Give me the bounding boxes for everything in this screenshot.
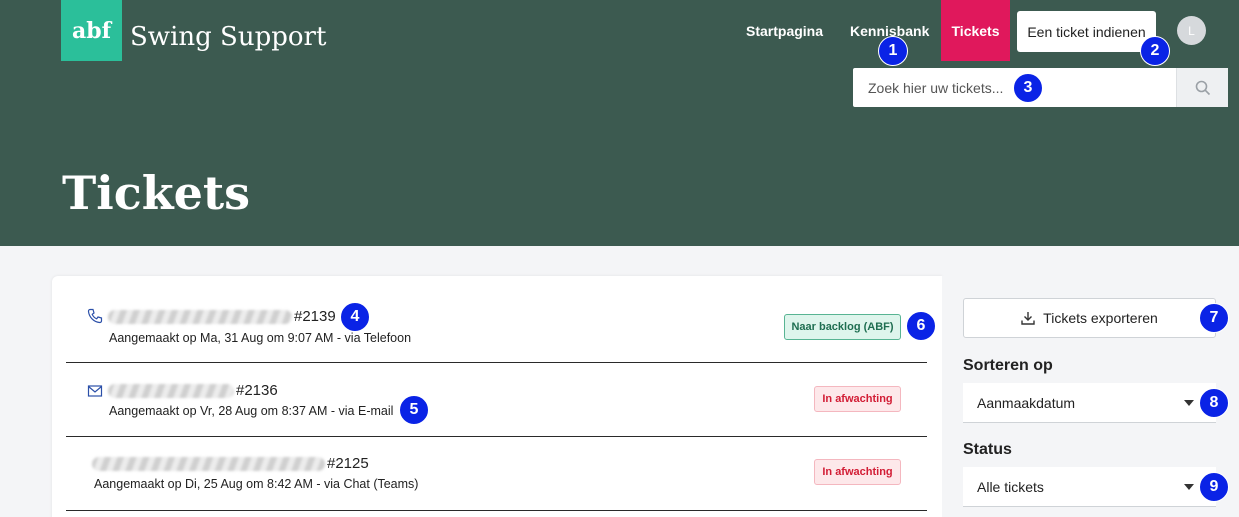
ticket-number: #2136	[236, 382, 278, 399]
nav-startpagina[interactable]: Startpagina	[746, 0, 823, 61]
page-title: Tickets	[62, 166, 250, 220]
status-label: Status	[963, 441, 1012, 458]
redacted-subject	[108, 310, 292, 324]
avatar[interactable]: L	[1177, 16, 1206, 45]
ticket-row[interactable]: #2125 Aangemaakt op Di, 25 Aug om 8:42 A…	[66, 437, 927, 511]
search-button[interactable]	[1176, 68, 1228, 107]
marker-6: 6	[906, 311, 936, 341]
brand-title[interactable]: Swing Support	[130, 22, 326, 52]
phone-icon	[87, 308, 103, 324]
status-value: Alle tickets	[977, 478, 1044, 495]
sort-value: Aanmaakdatum	[977, 394, 1076, 411]
ticket-number: #2139	[294, 308, 336, 325]
ticket-number: #2125	[327, 455, 369, 472]
nav-tickets[interactable]: Tickets	[941, 0, 1010, 61]
sort-label: Sorteren op	[963, 357, 1053, 374]
ticket-meta: Aangemaakt op Vr, 28 Aug om 8:37 AM - vi…	[109, 404, 394, 418]
redacted-subject	[108, 384, 234, 398]
submit-ticket-button[interactable]: Een ticket indienen	[1017, 11, 1156, 52]
marker-8: 8	[1199, 388, 1229, 418]
ticket-row[interactable]: #2136 Aangemaakt op Vr, 28 Aug om 8:37 A…	[66, 363, 927, 437]
redacted-subject	[92, 457, 325, 471]
ticket-row[interactable]: #2139 Aangemaakt op Ma, 31 Aug om 9:07 A…	[66, 289, 927, 363]
marker-7: 7	[1199, 303, 1229, 333]
marker-4: 4	[340, 302, 370, 332]
status-badge: Naar backlog (ABF)	[784, 314, 901, 340]
search-icon	[1195, 80, 1210, 95]
mail-icon	[87, 385, 103, 397]
export-label: Tickets exporteren	[1043, 310, 1158, 326]
marker-1: 1	[878, 36, 908, 66]
export-tickets-button[interactable]: Tickets exporteren	[963, 298, 1216, 338]
ticket-meta: Aangemaakt op Ma, 31 Aug om 9:07 AM - vi…	[109, 331, 412, 345]
abf-logo[interactable]: abf	[61, 0, 122, 61]
sort-select[interactable]: Aanmaakdatum	[963, 383, 1216, 423]
status-badge: In afwachting	[814, 386, 901, 412]
caret-down-icon	[1184, 400, 1194, 406]
status-badge: In afwachting	[814, 459, 901, 485]
caret-down-icon	[1184, 484, 1194, 490]
marker-9: 9	[1199, 472, 1229, 502]
ticket-meta: Aangemaakt op Di, 25 Aug om 8:42 AM - vi…	[94, 477, 419, 491]
marker-3: 3	[1013, 73, 1043, 103]
download-icon	[1021, 312, 1035, 325]
marker-2: 2	[1140, 36, 1170, 66]
status-select[interactable]: Alle tickets	[963, 467, 1216, 507]
marker-5: 5	[399, 395, 429, 425]
